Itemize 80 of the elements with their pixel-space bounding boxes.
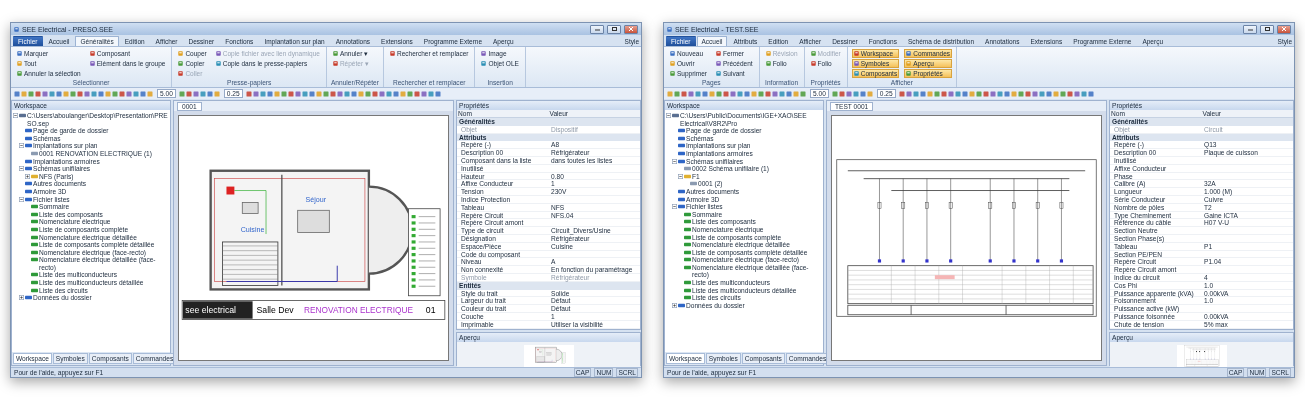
node-icon [25, 196, 32, 202]
tool-icon [481, 51, 487, 56]
node-icon [25, 166, 32, 172]
tool-icon [670, 71, 675, 76]
collapse-icon[interactable] [666, 113, 671, 118]
node-icon [25, 143, 32, 149]
logo: see electrical [185, 305, 237, 316]
tool-icon [89, 61, 95, 66]
node-icon [25, 295, 32, 301]
tool-icon [89, 51, 95, 56]
collapse-icon[interactable] [13, 113, 18, 118]
cable-line [234, 190, 267, 235]
tool-icon [332, 61, 338, 66]
toolbar-icons-drawing [178, 90, 221, 97]
tool-icon [853, 71, 859, 76]
collapse-icon[interactable] [678, 173, 683, 179]
tool-icon [178, 61, 184, 66]
app-icon [14, 26, 19, 32]
tool-icon [670, 61, 675, 66]
tool-icon [765, 51, 771, 56]
collapse-icon[interactable] [672, 158, 677, 164]
title-block-text: 01 [425, 305, 436, 316]
tool-icon [215, 51, 221, 56]
tool-icon [481, 61, 487, 66]
page-icon [31, 150, 38, 156]
tool-icon [906, 51, 912, 56]
maximize-button[interactable] [1260, 24, 1274, 34]
node-icon [31, 272, 38, 278]
tool-icon [389, 51, 395, 56]
tool-icon [17, 71, 22, 76]
close-icon [1282, 27, 1286, 31]
folder-icon [31, 173, 38, 179]
page-icon [690, 181, 697, 187]
collapse-icon[interactable] [19, 196, 24, 202]
tool-icon [853, 51, 859, 56]
tool-icon [765, 61, 771, 66]
tool-icon [906, 61, 912, 66]
node-icon [31, 234, 38, 240]
tool-icon [906, 71, 912, 76]
toolbar-icons-drawing [831, 90, 874, 97]
close-button[interactable] [1277, 24, 1291, 34]
tool-icon [332, 51, 338, 56]
maximize-icon [611, 27, 617, 31]
expand-icon[interactable] [25, 173, 30, 179]
node-icon [25, 158, 32, 164]
tool-icon [716, 71, 721, 76]
title-block-text: Salle Dev [256, 305, 294, 316]
tool-icon [716, 51, 721, 56]
collapse-icon[interactable] [19, 166, 24, 172]
node-icon [672, 113, 679, 118]
tool-icon [810, 51, 816, 56]
tool-icon [215, 61, 221, 66]
maximize-button[interactable] [607, 24, 621, 34]
collapse-icon[interactable] [19, 143, 24, 149]
node-icon [678, 196, 685, 202]
tool-icon [853, 61, 859, 66]
expand-icon[interactable] [672, 302, 677, 308]
node-icon [31, 257, 38, 263]
node-icon [678, 188, 685, 194]
title-block-text: RENOVATION ELECTRIQUE [304, 305, 413, 316]
expand-icon[interactable] [19, 295, 24, 301]
close-button[interactable] [624, 24, 638, 34]
minimize-icon [1247, 27, 1253, 31]
tool-icon [17, 51, 22, 56]
maximize-icon [1264, 27, 1270, 31]
tool-icon [716, 61, 721, 66]
close-icon [629, 27, 633, 31]
tool-icon [178, 51, 184, 56]
node-icon [684, 234, 691, 240]
collapse-icon[interactable] [672, 204, 677, 210]
minimize-icon [594, 27, 600, 31]
app-icon [667, 26, 672, 32]
page-icon [684, 166, 691, 172]
tool-icon [178, 71, 184, 76]
tool-icon [17, 61, 22, 66]
node-icon [19, 113, 26, 118]
tool-icon [810, 61, 816, 66]
folder-icon [684, 173, 691, 179]
tool-icon [670, 51, 675, 56]
node-icon [678, 158, 685, 164]
